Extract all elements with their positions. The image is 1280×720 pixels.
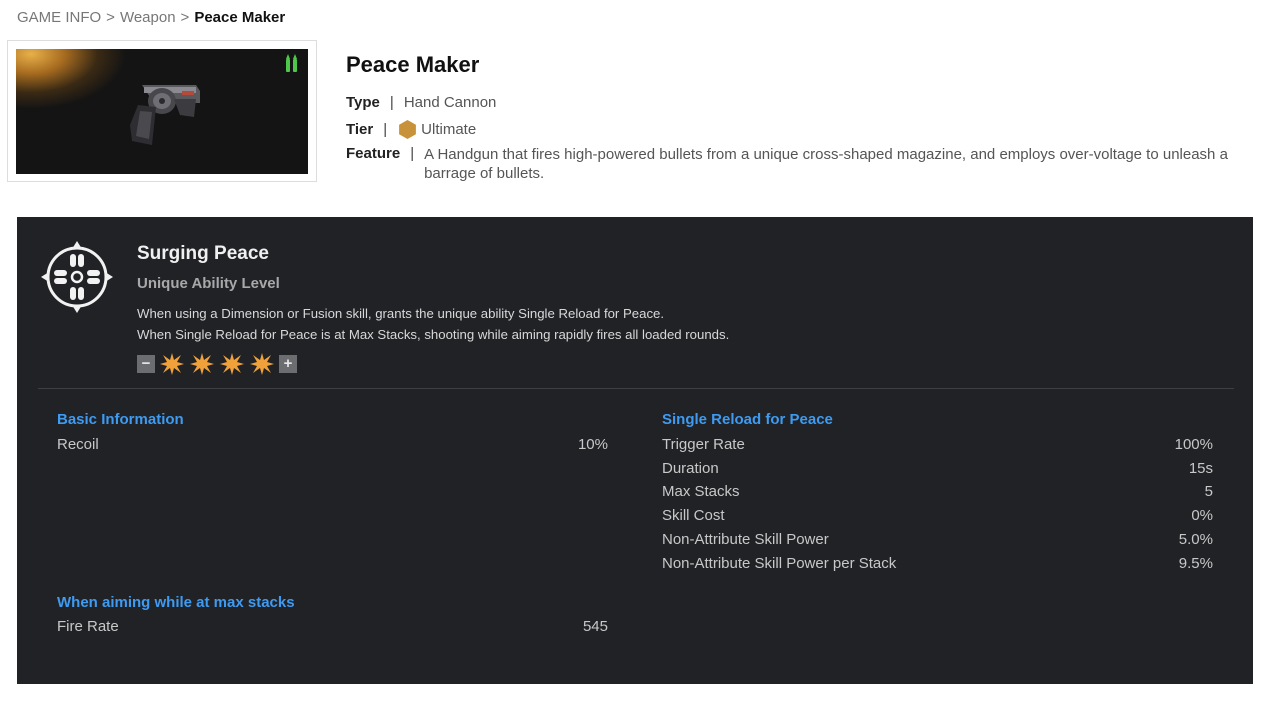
level-star-icon bbox=[159, 353, 185, 375]
crosshair-magazine-icon bbox=[41, 241, 113, 313]
weapon-thumbnail-frame bbox=[7, 40, 317, 182]
basic-info-title: Basic Information bbox=[57, 411, 184, 428]
separator-bar: | bbox=[389, 94, 394, 111]
stat-row-duration: Duration 15s bbox=[662, 460, 1213, 477]
weapon-thumbnail bbox=[16, 49, 308, 174]
stat-label: Non-Attribute Skill Power per Stack bbox=[662, 555, 897, 572]
feature-value: A Handgun that fires high-powered bullet… bbox=[424, 146, 1228, 182]
type-row: Type | Hand Cannon bbox=[346, 94, 496, 111]
level-star-icon bbox=[219, 353, 245, 375]
stat-value: 0% bbox=[1191, 507, 1213, 524]
level-increase-button[interactable]: + bbox=[279, 355, 297, 373]
stat-value: 15s bbox=[1188, 460, 1213, 477]
ability-name: Surging Peace bbox=[137, 243, 269, 264]
stat-label: Recoil bbox=[57, 436, 99, 453]
breadcrumb-current: Peace Maker bbox=[194, 9, 286, 26]
separator-bar: | bbox=[383, 121, 388, 138]
stat-label: Non-Attribute Skill Power bbox=[662, 531, 829, 548]
level-control: − + bbox=[137, 353, 297, 375]
stat-label: Max Stacks bbox=[662, 483, 740, 500]
tier-row: Tier | Ultimate bbox=[346, 119, 476, 140]
single-reload-title: Single Reload for Peace bbox=[662, 411, 833, 428]
breadcrumb-weapon[interactable]: Weapon bbox=[120, 9, 176, 26]
stat-value: 5 bbox=[1204, 483, 1213, 500]
stat-row-skill-power-per-stack: Non-Attribute Skill Power per Stack 9.5% bbox=[662, 555, 1213, 572]
stat-value: 10% bbox=[577, 436, 608, 453]
ability-panel: Surging Peace Unique Ability Level When … bbox=[17, 217, 1253, 684]
stat-label: Fire Rate bbox=[57, 618, 119, 635]
stat-row-skill-power: Non-Attribute Skill Power 5.0% bbox=[662, 531, 1213, 548]
breadcrumb-game-info[interactable]: GAME INFO bbox=[17, 9, 101, 26]
tier-value: Ultimate bbox=[421, 121, 477, 138]
breadcrumb: GAME INFO > Weapon > Peace Maker bbox=[17, 9, 285, 26]
stat-label: Skill Cost bbox=[662, 507, 725, 524]
stat-row-skill-cost: Skill Cost 0% bbox=[662, 507, 1213, 524]
level-star-icon bbox=[189, 353, 215, 375]
stat-row-trigger-rate: Trigger Rate 100% bbox=[662, 436, 1213, 453]
stat-value: 9.5% bbox=[1178, 555, 1213, 572]
feature-label: Feature bbox=[346, 145, 401, 162]
type-label: Type bbox=[346, 94, 380, 111]
level-decrease-button[interactable]: − bbox=[137, 355, 155, 373]
item-title: Peace Maker bbox=[346, 52, 480, 77]
stat-row-max-stacks: Max Stacks 5 bbox=[662, 483, 1213, 500]
breadcrumb-separator: > bbox=[180, 9, 190, 26]
ability-description: When using a Dimension or Fusion skill, … bbox=[137, 303, 729, 345]
stat-row-recoil: Recoil 10% bbox=[57, 436, 608, 453]
stat-value: 545 bbox=[582, 618, 608, 635]
tier-label: Tier bbox=[346, 121, 374, 138]
stat-row-fire-rate: Fire Rate 545 bbox=[57, 618, 608, 635]
max-stacks-title: When aiming while at max stacks bbox=[57, 594, 295, 611]
panel-divider bbox=[38, 388, 1234, 389]
breadcrumb-separator: > bbox=[106, 9, 115, 26]
feature-row: Feature | A Handgun that fires high-powe… bbox=[346, 145, 1241, 183]
stat-label: Duration bbox=[662, 460, 719, 477]
ability-desc-line-1: When using a Dimension or Fusion skill, … bbox=[137, 306, 665, 321]
level-star-icon bbox=[249, 353, 275, 375]
ability-level-label: Unique Ability Level bbox=[137, 275, 280, 292]
ability-desc-line-2: When Single Reload for Peace is at Max S… bbox=[137, 327, 730, 342]
separator-bar: | bbox=[410, 145, 415, 162]
stat-value: 100% bbox=[1174, 436, 1213, 453]
tier-hexagon-icon bbox=[399, 120, 417, 139]
revolver-image bbox=[130, 85, 200, 145]
stat-label: Trigger Rate bbox=[662, 436, 745, 453]
green-ammo-icon bbox=[286, 54, 297, 72]
stat-value: 5.0% bbox=[1178, 531, 1213, 548]
type-value: Hand Cannon bbox=[403, 94, 497, 111]
